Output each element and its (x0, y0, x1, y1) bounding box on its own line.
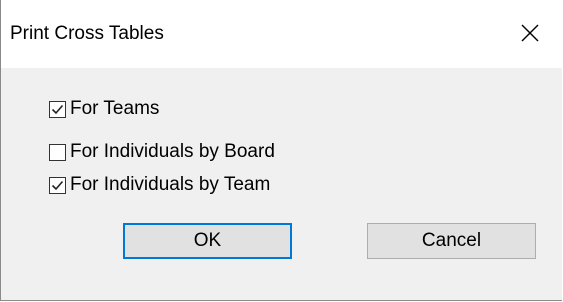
checkbox-for-individuals-by-board[interactable]: For Individuals by Board (49, 139, 275, 165)
checkbox-for-teams-label: For Teams (70, 98, 160, 119)
checkbox-for-individuals-by-team-box[interactable] (49, 176, 66, 194)
checkbox-for-individuals-by-board-label: For Individuals by Board (70, 141, 275, 162)
close-icon (521, 24, 539, 42)
checkbox-for-teams[interactable]: For Teams (49, 96, 159, 122)
checkbox-for-individuals-by-team-label: For Individuals by Team (70, 174, 271, 195)
checkbox-for-teams-box[interactable] (49, 100, 66, 118)
ok-button[interactable]: OK (123, 223, 292, 259)
dialog-title: Print Cross Tables (10, 23, 164, 44)
checkmark-icon (51, 180, 64, 190)
checkbox-for-individuals-by-board-box[interactable] (49, 143, 66, 161)
cancel-button[interactable]: Cancel (367, 223, 536, 259)
checkbox-for-individuals-by-team[interactable]: For Individuals by Team (49, 172, 270, 198)
title-bar: Print Cross Tables (1, 0, 562, 68)
close-button[interactable] (500, 0, 562, 68)
checkmark-icon (51, 104, 64, 114)
print-cross-tables-dialog: Print Cross Tables For Teams For Individ… (0, 0, 562, 301)
